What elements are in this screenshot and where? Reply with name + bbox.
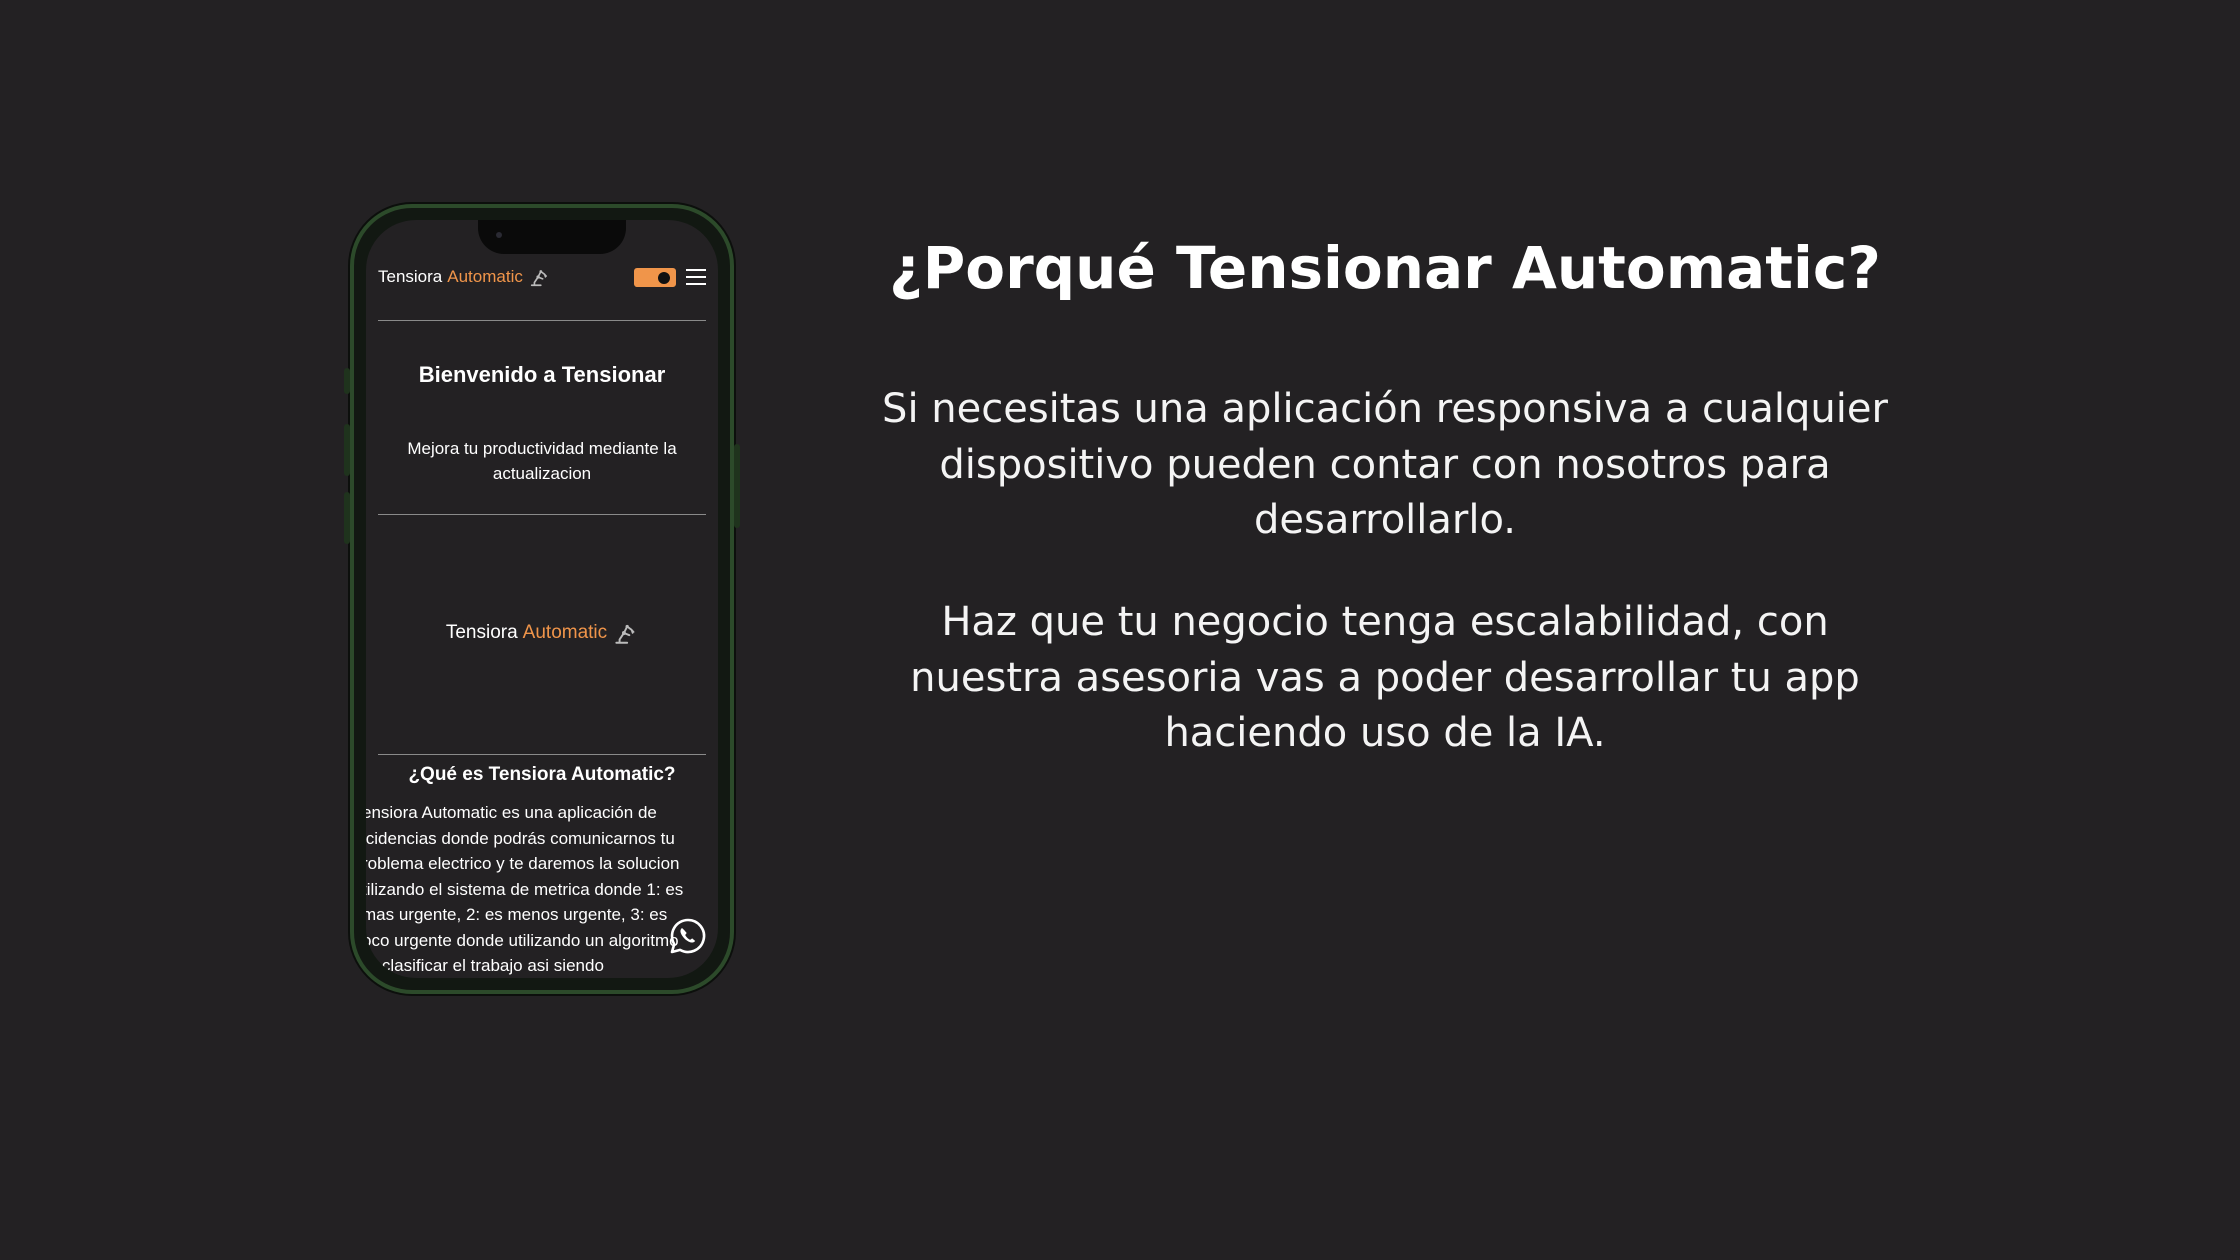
paragraph-scalability: Haz que tu negocio tenga escalabilidad, … <box>860 595 1910 762</box>
paragraph-responsive: Si necesitas una aplicación responsiva a… <box>860 382 1910 549</box>
phone-notch <box>478 220 626 254</box>
brand-divider <box>378 754 706 755</box>
about-line: icidencias donde podrás comunicarnos tu <box>366 828 675 848</box>
paragraph-line: Si necesitas una aplicación responsiva a… <box>882 386 1888 432</box>
robot-arm-icon <box>530 270 547 287</box>
welcome-divider <box>378 514 706 515</box>
app-header: Tensiora Automatic <box>366 262 718 292</box>
brand-accent: Automatic <box>447 267 523 286</box>
header-divider <box>378 320 706 321</box>
about-line: mas urgente, 2: es menos urgente, 3: es <box>366 905 668 924</box>
phone-mockup: Tensiora Automatic Bienvenido a Tensiona… <box>344 204 740 994</box>
phone-screen: Tensiora Automatic Bienvenido a Tensiona… <box>366 220 718 978</box>
phone-silent-switch <box>344 368 350 394</box>
mid-brand-logo: Tensiora Automatic <box>366 620 718 646</box>
paragraph-line: Haz que tu negocio tenga escalabilidad, … <box>941 599 1829 645</box>
phone-volume-up <box>344 424 350 476</box>
page-title: ¿Porqué Tensionar Automatic? <box>889 234 1881 302</box>
brand-primary: Tensiora <box>378 267 443 286</box>
welcome-subtitle: Mejora tu productividad mediante la actu… <box>407 439 677 483</box>
paragraph-line: haciendo uso de la IA. <box>1164 710 1606 756</box>
whatsapp-icon[interactable] <box>668 916 708 956</box>
camera-icon <box>496 232 502 238</box>
about-line: roblema electrico y te daremos la soluci… <box>366 854 680 873</box>
about-body: ensiora Automatic es una aplicación de i… <box>366 800 718 978</box>
about-line: tilizando el sistema de metrica donde 1:… <box>366 879 684 899</box>
phone-power-button <box>734 444 740 528</box>
about-line: oco urgente donde utilizando un algoritm… <box>366 930 679 950</box>
robot-arm-icon <box>615 624 635 644</box>
hamburger-menu-icon[interactable] <box>686 269 706 285</box>
paragraph-line: nuestra asesoria vas a poder desarrollar… <box>910 654 1860 701</box>
about-title: ¿Qué es Tensiora Automatic? <box>408 764 676 785</box>
brand-accent: Automatic <box>522 622 608 643</box>
phone-volume-down <box>344 492 350 544</box>
app-logo[interactable]: Tensiora Automatic <box>378 266 550 288</box>
paragraph-line: desarrollarlo. <box>1254 497 1516 543</box>
about-line: ra clasificar el trabajo asi siendo <box>366 956 604 975</box>
theme-toggle-icon[interactable] <box>634 267 676 287</box>
about-line: ensiora Automatic es una aplicación de <box>366 803 657 822</box>
paragraph-line: dispositivo pueden contar con nosotros p… <box>939 441 1831 488</box>
welcome-title: Bienvenido a Tensionar <box>418 362 666 387</box>
brand-primary: Tensiora <box>445 622 518 643</box>
